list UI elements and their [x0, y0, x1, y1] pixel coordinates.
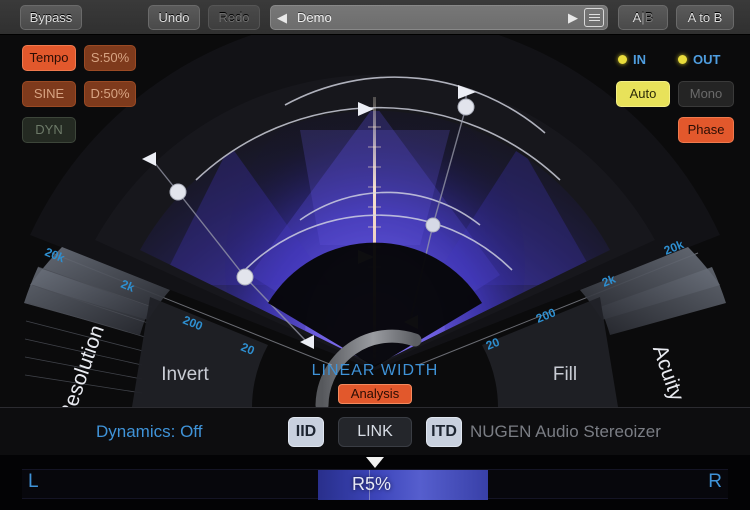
preset-prev-icon[interactable]: ◀ — [271, 11, 293, 24]
redo-button[interactable]: Redo — [208, 5, 260, 30]
handle-node[interactable] — [425, 217, 441, 233]
bypass-button[interactable]: Bypass — [20, 5, 82, 30]
sine-button[interactable]: SINE — [22, 81, 76, 107]
input-led-group: IN — [618, 52, 646, 67]
preset-selector[interactable]: ◀ Demo ▶ — [270, 5, 608, 30]
meter-pointer-icon — [366, 457, 384, 468]
iid-button[interactable]: IID — [288, 416, 324, 447]
preset-next-icon[interactable]: ▶ — [562, 11, 584, 24]
output-led-group: OUT — [678, 52, 720, 67]
stereo-balance-meter[interactable]: R5% L R — [0, 455, 750, 510]
acuity-label: Acuity — [648, 342, 689, 404]
in-label: IN — [633, 52, 646, 67]
main-display-panel: Resolution Invert Acuity Fill 20k 2k 200 — [0, 35, 750, 407]
tempo-button[interactable]: Tempo — [22, 45, 76, 71]
undo-button[interactable]: Undo — [148, 5, 200, 30]
brand-label: NUGEN Audio Stereoizer — [470, 421, 661, 441]
plugin-window: Bypass Undo Redo ◀ Demo ▶ A|B A to B Res… — [0, 0, 750, 510]
led-indicator-icon — [618, 55, 627, 64]
mono-button[interactable]: Mono — [678, 81, 734, 107]
out-label: OUT — [693, 52, 721, 67]
status-bar: Dynamics: Off IID LINK ITD NUGEN Audio S… — [0, 407, 750, 455]
dynamics-status[interactable]: Dynamics: Off — [96, 422, 202, 442]
handle-node[interactable] — [169, 183, 187, 201]
auto-button[interactable]: Auto — [616, 81, 670, 107]
link-button[interactable]: LINK — [338, 416, 412, 447]
preset-menu-icon[interactable] — [584, 8, 604, 27]
preset-name-label: Demo — [297, 10, 332, 25]
meter-left-label: L — [28, 471, 39, 492]
meter-right-label: R — [708, 471, 722, 492]
invert-label: Invert — [161, 364, 209, 385]
depth-amount-button[interactable]: D:50% — [84, 81, 136, 107]
top-toolbar: Bypass Undo Redo ◀ Demo ▶ A|B A to B — [0, 0, 750, 35]
fill-label: Fill — [553, 364, 577, 385]
meter-fill — [318, 470, 488, 500]
handle-node[interactable] — [457, 98, 475, 116]
handle-node[interactable] — [236, 268, 254, 286]
a-to-b-button[interactable]: A to B — [676, 5, 734, 30]
linear-width-label: LINEAR WIDTH — [312, 362, 439, 379]
ab-a-label: A — [632, 10, 642, 25]
meter-value-label: R5% — [352, 474, 392, 494]
phase-button[interactable]: Phase — [678, 117, 734, 143]
ab-b-label: B — [644, 10, 654, 25]
dyn-button[interactable]: DYN — [22, 117, 76, 143]
resolution-label: Resolution — [55, 322, 109, 407]
meter-track[interactable]: R5% — [22, 469, 728, 500]
itd-button[interactable]: ITD — [426, 416, 462, 447]
ab-compare-button[interactable]: A|B — [618, 5, 668, 30]
led-indicator-icon — [678, 55, 687, 64]
analysis-button[interactable]: Analysis — [338, 384, 412, 404]
shape-amount-button[interactable]: S:50% — [84, 45, 136, 71]
